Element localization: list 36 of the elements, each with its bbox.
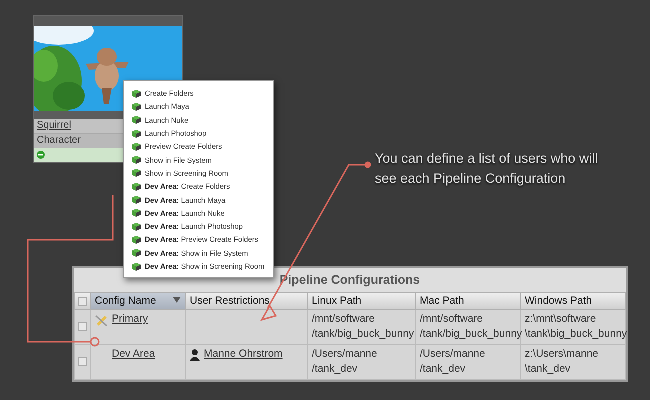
path-cell: /Users/manne /tank_dev [416,344,520,380]
cube-icon [132,182,141,191]
cube-icon [132,236,141,244]
user-icon [190,349,200,361]
column-header[interactable]: Windows Path [520,292,626,310]
status-icon [37,151,45,159]
column-header[interactable]: Mac Path [416,292,520,310]
cube-icon [132,116,141,124]
cube-icon [132,130,141,138]
config-link[interactable]: Dev Area [112,347,156,362]
path-cell: /Users/manne /tank_dev [308,344,416,380]
entity-type: Character [37,135,81,146]
cube-icon [132,262,141,270]
cube-icon [132,156,141,164]
row-checkbox[interactable] [78,322,87,331]
cube-icon [132,222,141,231]
column-header[interactable]: Linux Path [308,292,416,310]
path-cell: z:\mnt\software \tank\big_buck_bunny [520,310,626,344]
cube-icon [132,169,141,178]
column-header[interactable]: User Restrictions [186,292,308,310]
column-header[interactable]: Config Name [90,292,186,310]
cube-icon [132,209,141,218]
cube-icon [132,90,141,98]
cube-icon [132,102,141,111]
path-cell: /mnt/software /tank/big_buck_bunny [308,310,416,344]
row-checkbox[interactable] [78,357,87,366]
path-cell: /mnt/software /tank/big_buck_bunny [416,310,520,344]
config-link[interactable]: Primary [112,312,148,327]
cube-icon [132,196,141,204]
entity-link[interactable]: Squirrel [37,120,72,131]
sort-icon [173,297,181,303]
cube-icon [132,142,141,151]
callout-text: You can define a list of users who will see each Pipeline Configuration [375,150,600,188]
path-cell: z:\Users\manne \tank_dev [520,344,626,380]
cube-icon [132,249,141,258]
select-all-checkbox[interactable] [78,297,87,306]
